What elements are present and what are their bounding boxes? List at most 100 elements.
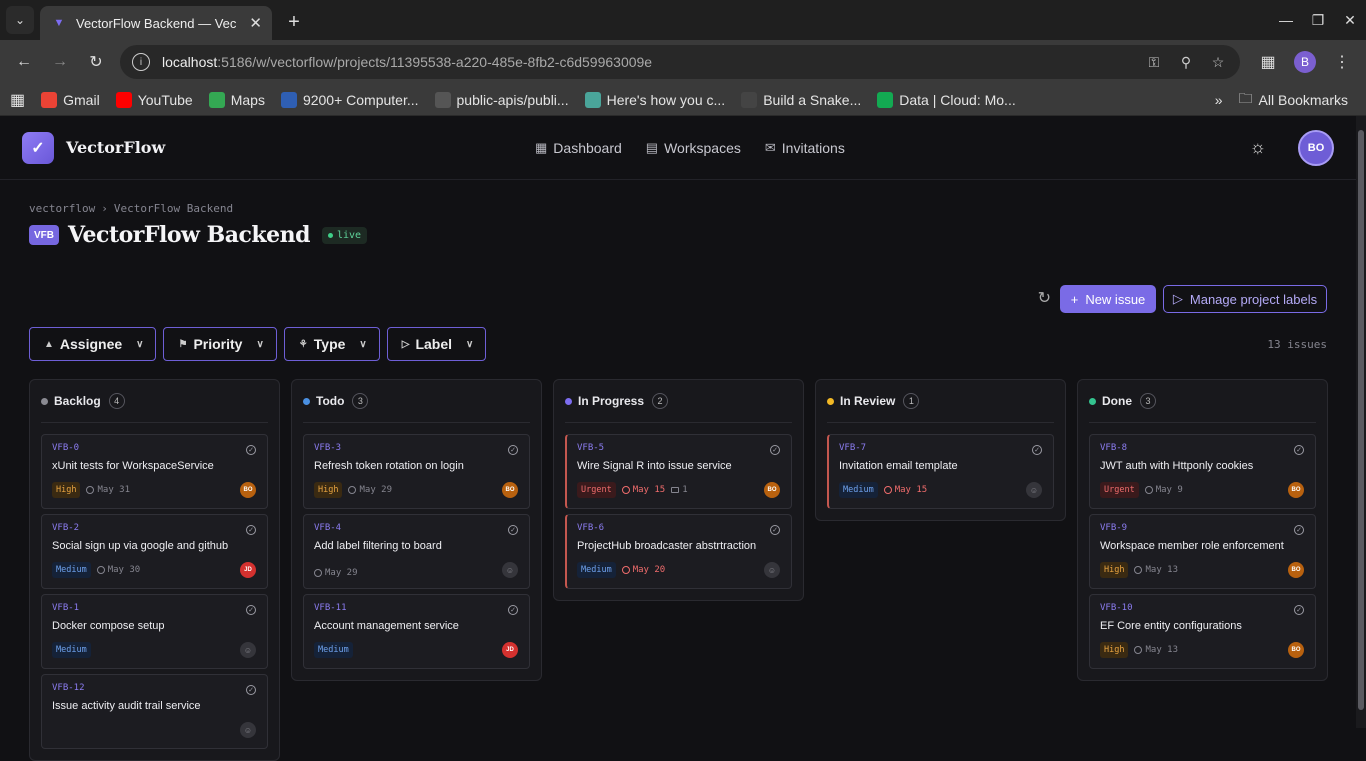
due-date-text: May 31	[97, 485, 130, 495]
manage-labels-button[interactable]: ▷ Manage project labels	[1163, 285, 1327, 313]
assignee-avatar[interactable]: BO	[1288, 642, 1304, 658]
bookmark-item[interactable]: Here's how you c...	[577, 91, 734, 108]
scrollbar-thumb[interactable]	[1358, 130, 1364, 710]
nav-dashboard[interactable]: ▦ Dashboard	[535, 140, 622, 156]
brand-name[interactable]: VectorFlow	[66, 138, 165, 157]
assignee-avatar[interactable]: JD	[240, 562, 256, 578]
user-avatar[interactable]: BO	[1298, 130, 1334, 166]
breadcrumb-workspace[interactable]: vectorflow	[29, 202, 95, 215]
unassigned-user-icon[interactable]: ☺	[502, 562, 518, 578]
all-bookmarks-label: All Bookmarks	[1258, 91, 1348, 108]
issue-card[interactable]: VFB-4 Add label filtering to board ✓ May 29…	[303, 514, 530, 589]
page-scrollbar[interactable]	[1356, 116, 1366, 728]
folder-icon: 🗀	[1238, 89, 1253, 106]
nav-invitations[interactable]: ✉ Invitations	[765, 140, 845, 156]
nav-label: Invitations	[781, 140, 845, 156]
bookmark-item[interactable]: Data | Cloud: Mo...	[869, 91, 1023, 108]
column-backlog: Backlog 4 VFB-0 xUnit tests for WorkspaceSe…	[29, 379, 280, 761]
column-header: Done 3	[1089, 380, 1316, 423]
assignee-avatar[interactable]: BO	[764, 482, 780, 498]
bookmark-item[interactable]: 9200+ Computer...	[273, 91, 427, 108]
new-issue-button[interactable]: + New issue	[1060, 285, 1156, 313]
bookmark-item[interactable]: Gmail	[33, 91, 108, 108]
issue-id: VFB-5	[577, 443, 605, 453]
chevron-down-icon: ∨	[466, 338, 474, 350]
refresh-icon[interactable]: ↻	[1038, 288, 1051, 308]
chevron-down-icon: ∨	[136, 338, 144, 350]
breadcrumb-separator-icon: ›	[101, 202, 108, 215]
all-bookmarks-folder[interactable]: 🗀 All Bookmarks	[1231, 88, 1356, 112]
issue-card[interactable]: VFB-12 Issue activity audit trail service…	[41, 674, 268, 749]
issue-card[interactable]: VFB-6 ProjectHub broadcaster abstrtractio…	[565, 514, 792, 589]
bookmark-item[interactable]: Build a Snake...	[733, 91, 869, 108]
browser-menu-icon[interactable]: ⋮	[1326, 46, 1358, 78]
assignee-avatar[interactable]: BO	[1288, 562, 1304, 578]
due-date-text: May 13	[1145, 645, 1178, 655]
filter-assignee[interactable]: ▲ Assignee ∨	[29, 327, 157, 361]
bookmark-item[interactable]: Maps	[201, 91, 273, 108]
issue-meta: High May 29	[314, 482, 392, 498]
issue-card[interactable]: VFB-9 Workspace member role enforcement ✓ H…	[1089, 514, 1316, 589]
new-tab-icon[interactable]: +	[280, 8, 308, 36]
assignee-avatar[interactable]: BO	[502, 482, 518, 498]
filter-priority[interactable]: ⚑ Priority ∨	[163, 327, 277, 361]
filter-label[interactable]: ▷ Label ∨	[386, 327, 487, 361]
tag-icon: ▷	[1172, 291, 1183, 306]
issue-meta: May 29	[314, 568, 358, 578]
nav-workspaces[interactable]: ▤ Workspaces	[646, 140, 741, 156]
close-tab-icon[interactable]: ✕	[249, 14, 262, 32]
reload-icon[interactable]: ↻	[80, 46, 112, 78]
address-bar[interactable]: i localhost:5186/w/vectorflow/projects/1…	[120, 45, 1240, 79]
unassigned-user-icon[interactable]: ☺	[240, 722, 256, 738]
project-title-row: VFB VectorFlow Backend live	[29, 222, 368, 248]
browser-tab-bar: ⌄ ▼ VectorFlow Backend — Vec ✕ + — ❐ ✕	[0, 0, 1366, 40]
apps-grid-icon[interactable]: ▦	[10, 90, 33, 110]
due-date: May 9	[1144, 485, 1183, 495]
assignee-avatar[interactable]: BO	[240, 482, 256, 498]
site-info-icon[interactable]: i	[132, 53, 150, 71]
bookmark-label: public-apis/publi...	[456, 91, 569, 108]
app-root: ✓ VectorFlow ▦ Dashboard ▤ Workspaces ✉ Invit…	[0, 116, 1356, 761]
bookmark-item[interactable]: YouTube	[108, 91, 201, 108]
issue-card[interactable]: VFB-8 JWT auth with Httponly cookies ✓ Urge…	[1089, 434, 1316, 509]
issue-card[interactable]: VFB-11 Account management service ✓ Medium J…	[303, 594, 530, 669]
assignee-avatar[interactable]: JD	[502, 642, 518, 658]
unassigned-user-icon[interactable]: ☺	[240, 642, 256, 658]
maximize-icon[interactable]: ❐	[1302, 0, 1334, 40]
issue-card[interactable]: VFB-5 Wire Signal R into issue service ✓ Ur…	[565, 434, 792, 509]
priority-badge: High	[314, 482, 343, 498]
theme-toggle-sun-icon[interactable]: ☼	[1250, 137, 1267, 158]
issue-card[interactable]: VFB-10 EF Core entity configurations ✓ High…	[1089, 594, 1316, 669]
more-bookmarks-icon[interactable]: »	[1207, 92, 1231, 108]
filter-type[interactable]: ⚘ Type ∨	[283, 327, 380, 361]
profile-avatar[interactable]: B	[1294, 51, 1316, 73]
minimize-icon[interactable]: —	[1270, 0, 1302, 40]
browser-tab[interactable]: ▼ VectorFlow Backend — Vec ✕	[40, 6, 272, 40]
forward-icon[interactable]: →	[44, 46, 76, 78]
filter-type-icon: ⚘	[298, 338, 308, 350]
issue-card[interactable]: VFB-1 Docker compose setup ✓ Medium ☺	[41, 594, 268, 669]
issue-card[interactable]: VFB-2 Social sign up via google and githu…	[41, 514, 268, 589]
zoom-icon[interactable]: ⚲	[1176, 54, 1196, 71]
issue-card[interactable]: VFB-3 Refresh token rotation on login ✓ Hig…	[303, 434, 530, 509]
bookmark-item[interactable]: public-apis/publi...	[427, 91, 577, 108]
nav-label: Dashboard	[553, 140, 622, 156]
assignee-avatar[interactable]: BO	[1288, 482, 1304, 498]
unassigned-user-icon[interactable]: ☺	[1026, 482, 1042, 498]
key-icon[interactable]: ⚿	[1144, 54, 1164, 71]
tab-search-chevron-icon[interactable]: ⌄	[6, 6, 34, 34]
issue-card[interactable]: VFB-7 Invitation email template ✓ Medium May…	[827, 434, 1054, 509]
unassigned-user-icon[interactable]: ☺	[764, 562, 780, 578]
url-text[interactable]: localhost:5186/w/vectorflow/projects/113…	[162, 54, 1132, 70]
due-date-text: May 20	[632, 565, 666, 575]
close-window-icon[interactable]: ✕	[1334, 0, 1366, 40]
vectorflow-logo-icon[interactable]: ✓	[22, 131, 54, 164]
clock-icon	[348, 486, 357, 494]
issue-card[interactable]: VFB-0 xUnit tests for WorkspaceService ✓ Hi…	[41, 434, 268, 509]
issue-id: VFB-10	[1100, 603, 1133, 613]
clock-icon	[314, 569, 322, 577]
extensions-icon[interactable]: ▦	[1252, 46, 1284, 78]
priority-badge: Urgent	[577, 482, 616, 498]
star-icon[interactable]: ☆	[1208, 54, 1228, 71]
back-icon[interactable]: ←	[8, 46, 40, 78]
